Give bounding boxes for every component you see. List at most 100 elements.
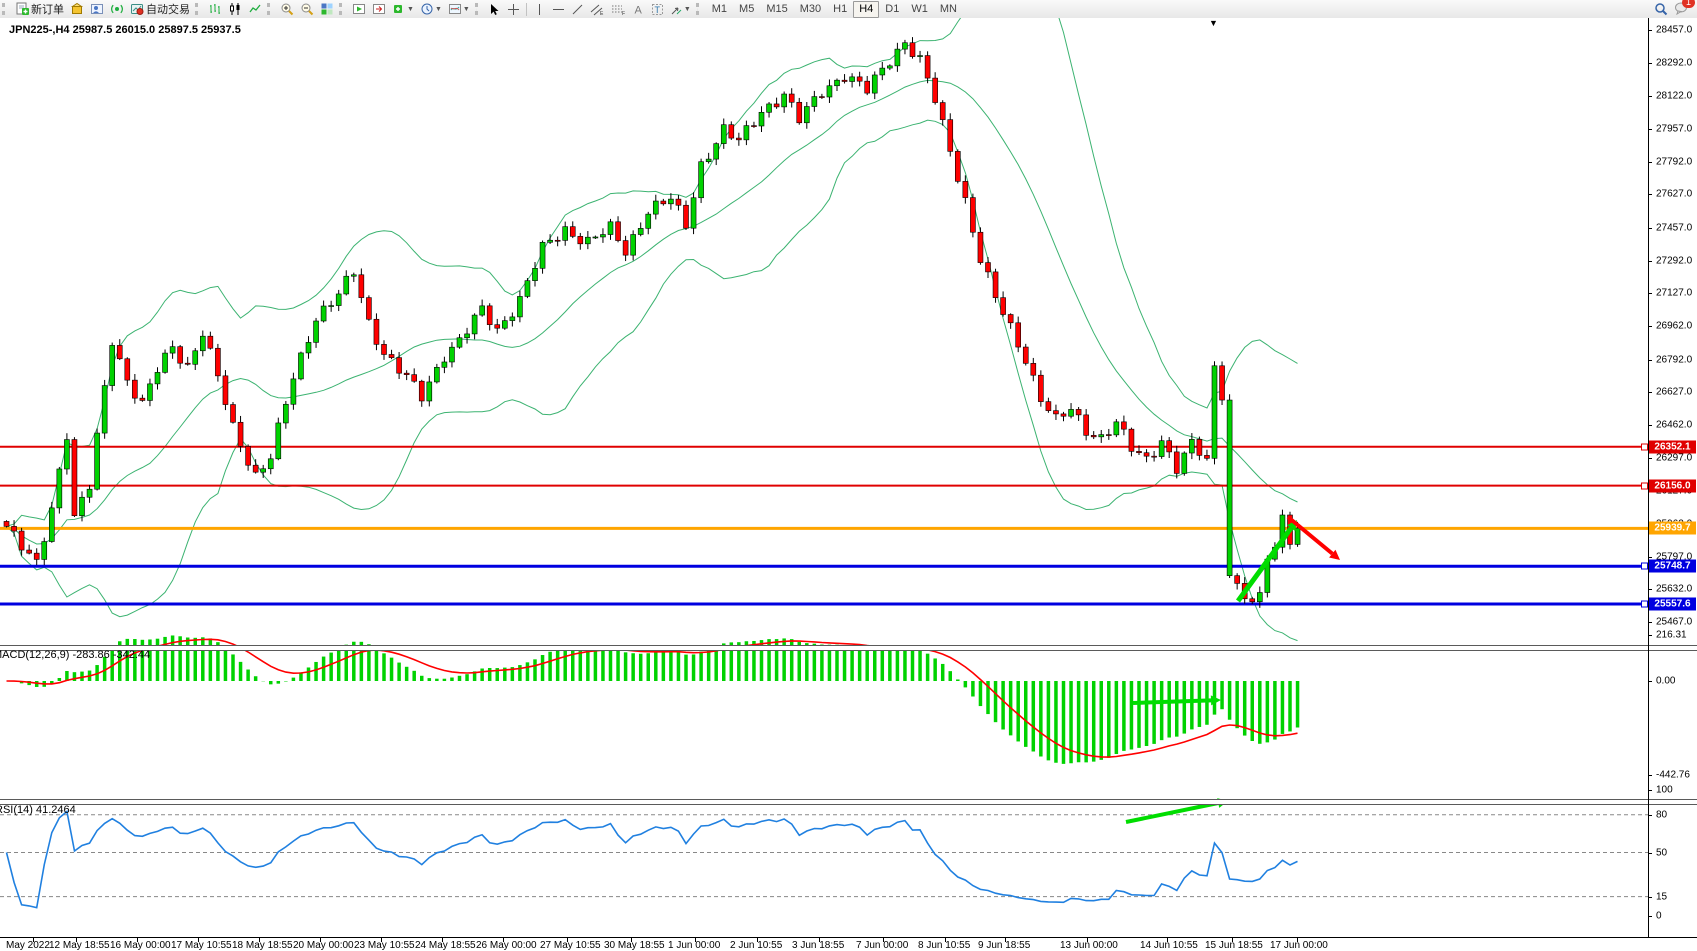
notifications-button[interactable]: 1 [1674, 1, 1689, 18]
candle-bull [880, 68, 885, 75]
text-tool[interactable]: A [629, 0, 648, 18]
timeframe-w1[interactable]: W1 [905, 1, 934, 18]
candle-bear [1076, 409, 1081, 414]
auto-scroll-button[interactable] [349, 0, 369, 18]
timeframe-h4[interactable]: H4 [853, 1, 879, 18]
candle-bull [902, 43, 907, 49]
candle-bull [1069, 409, 1074, 416]
price-tick-label: 25632.0 [1656, 584, 1692, 595]
hline-anchor[interactable] [1641, 482, 1648, 489]
search-icon[interactable] [1654, 2, 1668, 16]
rsi-tick-label: 15 [1656, 891, 1667, 902]
main-toolbar: 新订单 自动交易 [0, 0, 1697, 19]
last-bar-marker: ▼ [1209, 18, 1218, 28]
history-center-button[interactable] [67, 0, 87, 18]
time-tick-label: 8 Jun 10:55 [918, 940, 970, 951]
timeframe-h1[interactable]: H1 [827, 1, 853, 18]
panel-separator[interactable] [0, 799, 1697, 805]
toolbar-grip [475, 3, 483, 15]
candle-bull [147, 384, 152, 401]
hline-anchor[interactable] [1641, 563, 1648, 570]
price-level-badge: 25557.6 [1649, 598, 1696, 611]
candle-bull [351, 275, 356, 276]
chart-shift-button[interactable] [369, 0, 389, 18]
label-tool[interactable]: T [648, 0, 667, 18]
candle-chart-button[interactable] [225, 0, 245, 18]
candle-bull [336, 294, 341, 306]
candle-bear [751, 126, 756, 127]
candle-bear [940, 103, 945, 120]
timeframe-m5[interactable]: M5 [733, 1, 760, 18]
new-order-label: 新订单 [31, 1, 64, 17]
candle-bear [925, 56, 930, 79]
fibonacci-tool[interactable]: F [608, 0, 629, 18]
bollinger-lower-band [7, 120, 1298, 641]
candle-bear [140, 398, 145, 400]
candle-bull [170, 347, 175, 353]
candle-bear [797, 102, 802, 122]
horizontal-line-tool[interactable] [549, 0, 568, 18]
crosshair-icon [507, 3, 520, 16]
channel-tool[interactable]: E [587, 0, 608, 18]
bar-chart-icon [208, 2, 222, 16]
candle-bull [767, 104, 772, 112]
macd-tick-label: 0.00 [1656, 676, 1675, 687]
candle-bull [314, 321, 319, 342]
chart-window[interactable]: JPN225-,H4 25987.5 26015.0 25897.5 25937… [0, 18, 1697, 938]
hline-anchor[interactable] [1641, 443, 1648, 450]
time-tick-label: 16 May 00:00 [110, 940, 171, 951]
trend-arrow[interactable] [1126, 803, 1218, 822]
rsi-tick-label: 50 [1656, 847, 1667, 858]
signals-button[interactable] [107, 0, 127, 18]
crosshair-tool-button[interactable] [504, 0, 523, 18]
dropdown-caret: ▼ [463, 6, 470, 13]
timeframe-m1[interactable]: M1 [706, 1, 733, 18]
vertical-line-tool[interactable] [530, 0, 549, 18]
zoom-in-button[interactable] [277, 0, 297, 18]
line-chart-button[interactable] [245, 0, 265, 18]
panel-separator[interactable] [0, 645, 1697, 651]
candle-bull [472, 315, 477, 334]
price-level-badge: 26352.1 [1649, 440, 1696, 453]
price-tick-mark [1648, 129, 1652, 130]
toolbar-grip [2, 3, 10, 15]
price-tick-mark [1648, 589, 1652, 590]
hline-anchor[interactable] [1641, 601, 1648, 608]
arrows-tool[interactable]: ▼ [667, 0, 694, 18]
time-tick-label: 30 May 18:55 [604, 940, 665, 951]
svg-text:T: T [654, 5, 660, 15]
autotrade-button[interactable]: 自动交易 [127, 0, 193, 18]
zoom-out-button[interactable] [297, 0, 317, 18]
timeframe-m15[interactable]: M15 [760, 1, 793, 18]
periods-button[interactable]: ▼ [417, 0, 445, 18]
trend-arrow[interactable] [1288, 517, 1332, 554]
candle-bear [246, 446, 251, 465]
candle-bear [1129, 429, 1134, 451]
templates-button[interactable]: ▼ [445, 0, 473, 18]
candle-bear [948, 120, 953, 152]
candle-bear [1250, 599, 1255, 602]
time-tick-label: 1 Jun 00:00 [668, 940, 720, 951]
candle-bear [819, 97, 824, 98]
timeframe-mn[interactable]: MN [934, 1, 963, 18]
indicators-button[interactable]: ▼ [389, 0, 417, 18]
timeframe-d1[interactable]: D1 [879, 1, 905, 18]
new-order-button[interactable]: 新订单 [12, 0, 67, 18]
trend-arrow[interactable] [1133, 700, 1211, 703]
tile-windows-button[interactable] [317, 0, 337, 18]
timeframe-m30[interactable]: M30 [794, 1, 827, 18]
candle-bear [1167, 441, 1172, 452]
price-tick-mark [1648, 293, 1652, 294]
candle-bull [502, 321, 507, 329]
accounts-button[interactable] [87, 0, 107, 18]
price-tick-label: 27292.0 [1656, 255, 1692, 266]
cursor-tool-button[interactable] [485, 0, 504, 18]
candle-bull [283, 404, 288, 423]
price-level-badge: 25748.7 [1649, 560, 1696, 573]
trendline-tool[interactable] [568, 0, 587, 18]
candle-bull [193, 351, 198, 365]
candle-bull [110, 345, 115, 385]
candle-bull [812, 97, 817, 107]
bar-chart-button[interactable] [205, 0, 225, 18]
candle-bear [359, 275, 364, 298]
